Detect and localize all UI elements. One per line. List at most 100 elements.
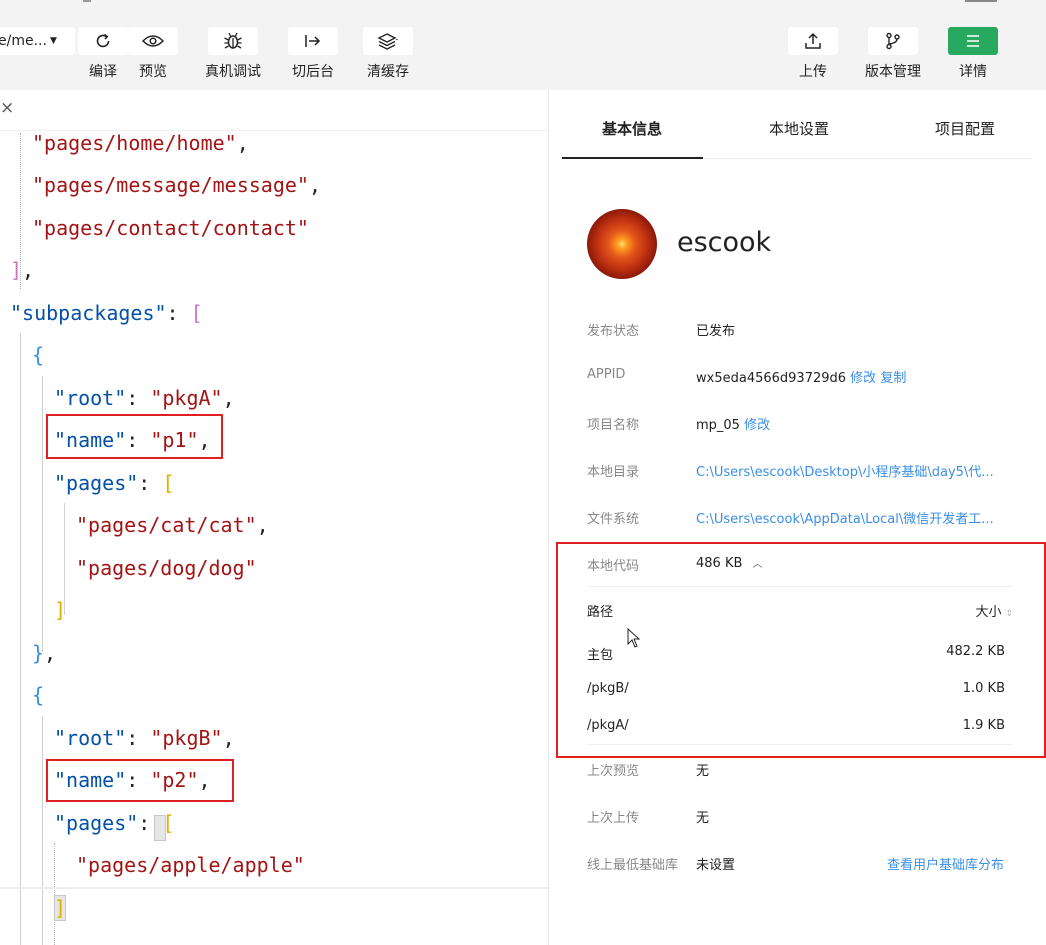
- compile-mode-select[interactable]: e/me... ▼: [0, 27, 75, 55]
- project-name-label: 项目名称: [587, 418, 640, 433]
- tab-project-config[interactable]: 项目配置: [935, 118, 995, 139]
- project-name-row: mp_05 修改: [696, 414, 770, 433]
- switch-background-button[interactable]: [288, 27, 338, 55]
- chevron-up-icon: ︿: [752, 559, 763, 570]
- details-panel: 基本信息 本地设置 项目配置 escook 发布状态 已发布 APPID wx5…: [548, 90, 1046, 945]
- clear-cache-button[interactable]: [363, 27, 413, 55]
- size-table-header: 路径 大小 ⇕: [587, 601, 1013, 620]
- version-management-label: 版本管理: [865, 64, 921, 80]
- upload-label: 上传: [799, 64, 827, 80]
- username: escook: [677, 227, 772, 258]
- code-line: {: [32, 683, 45, 707]
- local-dir-label: 本地目录: [587, 465, 640, 480]
- size-table-row: /pkgB/ 1.0 KB: [587, 681, 1005, 696]
- code-line: ]: [54, 598, 67, 622]
- clear-cache-label: 清缓存: [367, 64, 409, 80]
- divider: [587, 586, 1012, 587]
- details-label: 详情: [959, 64, 987, 80]
- lib-distribution-link[interactable]: 查看用户基础库分布: [887, 854, 1004, 873]
- close-tab-icon[interactable]: ×: [0, 98, 14, 118]
- layers-icon: [377, 33, 398, 50]
- indent-guide: [42, 376, 43, 652]
- appid-edit-link[interactable]: 修改: [850, 371, 876, 386]
- upload-icon: [805, 32, 821, 49]
- publish-status-label: 发布状态: [587, 324, 640, 339]
- code-line: },: [32, 641, 57, 665]
- min-lib-label: 线上最低基础库: [587, 858, 679, 873]
- code-line: ],: [10, 258, 35, 282]
- size-column-label: 大小: [975, 605, 1002, 620]
- menu-icon: [967, 35, 979, 47]
- title-fragment: [83, 0, 91, 2]
- row-path: 主包: [587, 648, 614, 663]
- appid-value: wx5eda4566d93729d6: [696, 371, 847, 386]
- switch-background-icon: [305, 35, 321, 47]
- real-device-debug-button[interactable]: [208, 27, 258, 55]
- divider: [587, 744, 1012, 745]
- row-path: /pkgA/: [587, 718, 629, 733]
- path-column-header: 路径: [587, 605, 614, 620]
- last-upload-value: 无: [696, 811, 710, 826]
- upload-button[interactable]: [788, 27, 838, 55]
- local-dir-link[interactable]: C:\Users\escook\Desktop\小程序基础\day5\代...: [696, 461, 994, 480]
- tab-basic-info[interactable]: 基本信息: [602, 118, 662, 139]
- code-line: "pages": [: [54, 811, 175, 835]
- code-line: "pages/apple/apple": [76, 853, 305, 877]
- tab-local-settings[interactable]: 本地设置: [769, 118, 829, 139]
- file-system-link[interactable]: C:\Users\escook\AppData\Local\微信开发者工...: [696, 508, 994, 527]
- last-preview-label: 上次预览: [587, 764, 640, 779]
- version-management-button[interactable]: [868, 27, 918, 55]
- local-code-value: 486 KB: [696, 556, 743, 571]
- indent-guide: [20, 333, 21, 945]
- row-size: 1.0 KB: [962, 681, 1005, 696]
- indent-guide: [42, 716, 43, 945]
- code-line: "pages/dog/dog": [76, 556, 257, 580]
- compile-mode-value: e/me...: [0, 33, 47, 49]
- size-table-row: 主包 482.2 KB: [587, 644, 1005, 663]
- compile-label: 编译: [89, 64, 117, 80]
- code-line: "pages/cat/cat",: [76, 513, 269, 537]
- eye-icon: [142, 35, 164, 47]
- refresh-icon: [96, 33, 110, 48]
- row-size: 482.2 KB: [946, 644, 1005, 659]
- current-line-highlight: [0, 887, 548, 889]
- active-tab-indicator: [562, 157, 703, 159]
- row-path: /pkgB/: [587, 681, 629, 696]
- code-line: "pages/contact/contact": [32, 216, 309, 240]
- min-lib-value: 未设置: [696, 858, 736, 873]
- caret-down-icon: ▼: [49, 36, 57, 46]
- appid-copy-link[interactable]: 复制: [880, 371, 906, 386]
- code-line: ]: [54, 896, 67, 920]
- compile-button[interactable]: [78, 27, 128, 55]
- code-line: {: [32, 343, 45, 367]
- avatar: [587, 209, 657, 279]
- project-name-edit-link[interactable]: 修改: [744, 418, 770, 433]
- code-line: "pages/message/message",: [32, 173, 321, 197]
- appid-row: wx5eda4566d93729d6 修改 复制: [696, 367, 906, 386]
- bug-icon: [224, 32, 242, 49]
- branch-icon: [886, 32, 900, 50]
- code-line: "pages/home/home",: [32, 131, 249, 155]
- details-button[interactable]: [948, 27, 998, 55]
- code-line: "subpackages": [: [10, 301, 203, 325]
- sort-icon: ⇕: [1005, 609, 1013, 619]
- code-line: "pages": [: [54, 471, 175, 495]
- annotation-box-name-p1: [46, 414, 223, 459]
- switch-background-label: 切后台: [292, 64, 334, 80]
- preview-button[interactable]: [128, 27, 178, 55]
- last-upload-label: 上次上传: [587, 811, 640, 826]
- publish-status-value: 已发布: [696, 324, 736, 339]
- code-editor[interactable]: × "pages/home/home", "pages/message/mess…: [0, 90, 548, 945]
- local-code-toggle[interactable]: 486 KB ︿: [696, 555, 763, 571]
- local-code-label: 本地代码: [587, 559, 640, 574]
- row-size: 1.9 KB: [962, 718, 1005, 733]
- last-preview-value: 无: [696, 764, 710, 779]
- appid-label: APPID: [587, 367, 626, 382]
- file-system-label: 文件系统: [587, 512, 640, 527]
- size-column-header[interactable]: 大小 ⇕: [975, 601, 1013, 620]
- size-table-row: /pkgA/ 1.9 KB: [587, 718, 1005, 733]
- code-line: "root": "pkgB",: [54, 726, 235, 750]
- project-name-value: mp_05: [696, 418, 740, 433]
- code-line: "root": "pkgA",: [54, 386, 235, 410]
- annotation-box-name-p2: [46, 759, 234, 802]
